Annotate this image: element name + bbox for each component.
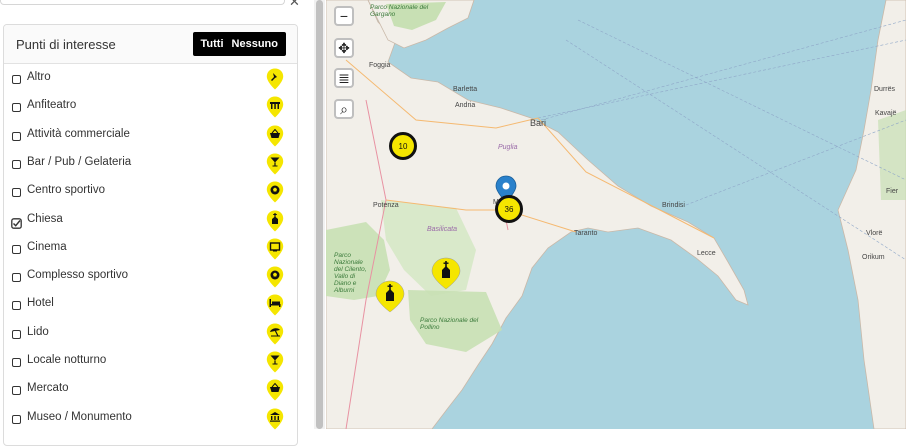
map-label-potenza: Potenza (373, 202, 399, 209)
map-label-gargano: Parco Nazionale del Gargano (370, 4, 429, 18)
soccer-ball-icon (266, 181, 284, 203)
checkbox[interactable] (12, 329, 21, 339)
map-label-bari: Bari (530, 118, 547, 128)
museum-icon (266, 408, 284, 430)
poi-filter-item[interactable]: Cinema (4, 238, 297, 267)
cluster-marker-10[interactable]: 10 (389, 132, 417, 160)
map-label-orikum: Orikum (862, 254, 885, 261)
screen-icon (266, 238, 284, 260)
select-none-button[interactable]: Nessuno (228, 38, 282, 50)
checkbox[interactable] (12, 131, 21, 141)
poi-filter-item[interactable]: Bar / Pub / Gelateria (4, 153, 297, 182)
map-label-puglia: Puglia (498, 144, 518, 151)
checkbox[interactable] (12, 386, 21, 396)
poi-filter-label: Cinema (27, 240, 67, 253)
poi-filter-item[interactable]: Lido (4, 323, 297, 352)
map-label-basilicata: Basilicata (427, 226, 457, 233)
panel-title: Punti di interesse (16, 37, 116, 52)
poi-filter-label: Attività commerciale (27, 127, 130, 140)
shopping-basket-icon (266, 125, 284, 147)
checkbox[interactable] (12, 358, 21, 367)
checkbox[interactable] (12, 273, 21, 283)
poi-filter-label: Complesso sportivo (27, 269, 128, 282)
map-label-fier: Fier (886, 188, 899, 195)
beach-umbrella-icon (266, 323, 284, 345)
map-label-foggia: Foggia (369, 62, 391, 69)
checkbox[interactable] (12, 159, 21, 169)
map-label-lecce: Lecce (697, 250, 716, 257)
map-label-cilento: Parco Nazionale del Cilento, Vallo di Di… (334, 252, 367, 294)
layer-list-button[interactable]: ≣ (334, 68, 354, 88)
poi-filter-item[interactable]: Chiesa (4, 210, 297, 239)
poi-filter-label: Locale notturno (27, 354, 107, 366)
map-label-durres: Durrës (874, 86, 896, 93)
poi-filter-label: Hotel (27, 297, 54, 310)
cocktail-icon (266, 351, 284, 373)
poi-filter-label: Bar / Pub / Gelateria (27, 155, 132, 168)
poi-filter-label: Lido (27, 325, 49, 338)
poi-filter-item[interactable]: Locale notturno (4, 351, 297, 380)
bed-icon (266, 294, 284, 316)
checkbox[interactable] (12, 188, 21, 198)
map-label-vlore: Vlorë (866, 230, 883, 237)
map-canvas[interactable] (326, 0, 906, 429)
cocktail-icon (266, 153, 284, 175)
pushpin-icon (266, 68, 284, 90)
checkbox[interactable] (12, 244, 21, 254)
scrollbar-thumb[interactable] (316, 0, 323, 429)
poi-filter-label: Centro sportivo (27, 184, 105, 197)
checkbox[interactable] (12, 301, 21, 311)
checkbox[interactable] (12, 103, 21, 113)
checkbox[interactable] (12, 75, 21, 84)
soccer-ball-icon (266, 266, 284, 288)
poi-filter-label: Altro (27, 71, 51, 83)
locate-button[interactable]: ✥ (334, 38, 354, 58)
map-label-taranto: Taranto (574, 230, 598, 237)
amphitheater-icon (266, 96, 284, 118)
poi-filter-label: Anfiteatro (27, 99, 77, 112)
map-label-andria: Andria (455, 102, 476, 109)
poi-filter-label: Mercato (27, 382, 69, 395)
cluster-marker-36[interactable]: 36 (495, 195, 523, 223)
checkbox[interactable] (12, 414, 21, 424)
map-label-brindisi: Brindisi (662, 202, 685, 209)
panel-header: Punti di interesse Tutti Nessuno (4, 25, 297, 64)
map-search-button[interactable]: ⌕ (334, 99, 354, 119)
map-label-barletta: Barletta (453, 86, 478, 93)
checkbox-checked[interactable] (11, 216, 22, 229)
poi-filter-label: Museo / Monumento (27, 410, 132, 423)
map-label-kavaje: Kavajë (875, 110, 897, 117)
map-label-pollino: Parco Nazionale del Pollino (420, 317, 479, 331)
church-icon (266, 210, 284, 232)
select-buttons: Tutti Nessuno (192, 32, 286, 56)
select-all-button[interactable]: Tutti (197, 38, 228, 50)
map-view[interactable] (326, 0, 906, 429)
shopping-basket-icon (266, 379, 284, 401)
poi-filter-item[interactable]: Museo / Monumento (4, 408, 297, 437)
poi-filter-label: Chiesa (27, 212, 63, 225)
poi-filter-item[interactable]: Hotel (4, 294, 297, 323)
poi-filter-item[interactable]: Anfiteatro (4, 96, 297, 125)
poi-filter-item[interactable]: Complesso sportivo (4, 266, 297, 295)
poi-filter-panel: Punti di interesse Tutti Nessuno Altro An… (3, 24, 298, 446)
search-input-top[interactable] (0, 0, 285, 5)
poi-filter-item[interactable]: Altro (4, 68, 297, 97)
poi-filter-item[interactable]: Centro sportivo (4, 181, 297, 210)
map-label-matera: M (493, 199, 499, 206)
poi-filter-item[interactable]: Mercato (4, 379, 297, 408)
poi-filter-item[interactable]: Attività commerciale (4, 125, 297, 154)
close-icon[interactable]: ✕ (289, 0, 300, 10)
zoom-out-button[interactable]: − (334, 6, 354, 26)
